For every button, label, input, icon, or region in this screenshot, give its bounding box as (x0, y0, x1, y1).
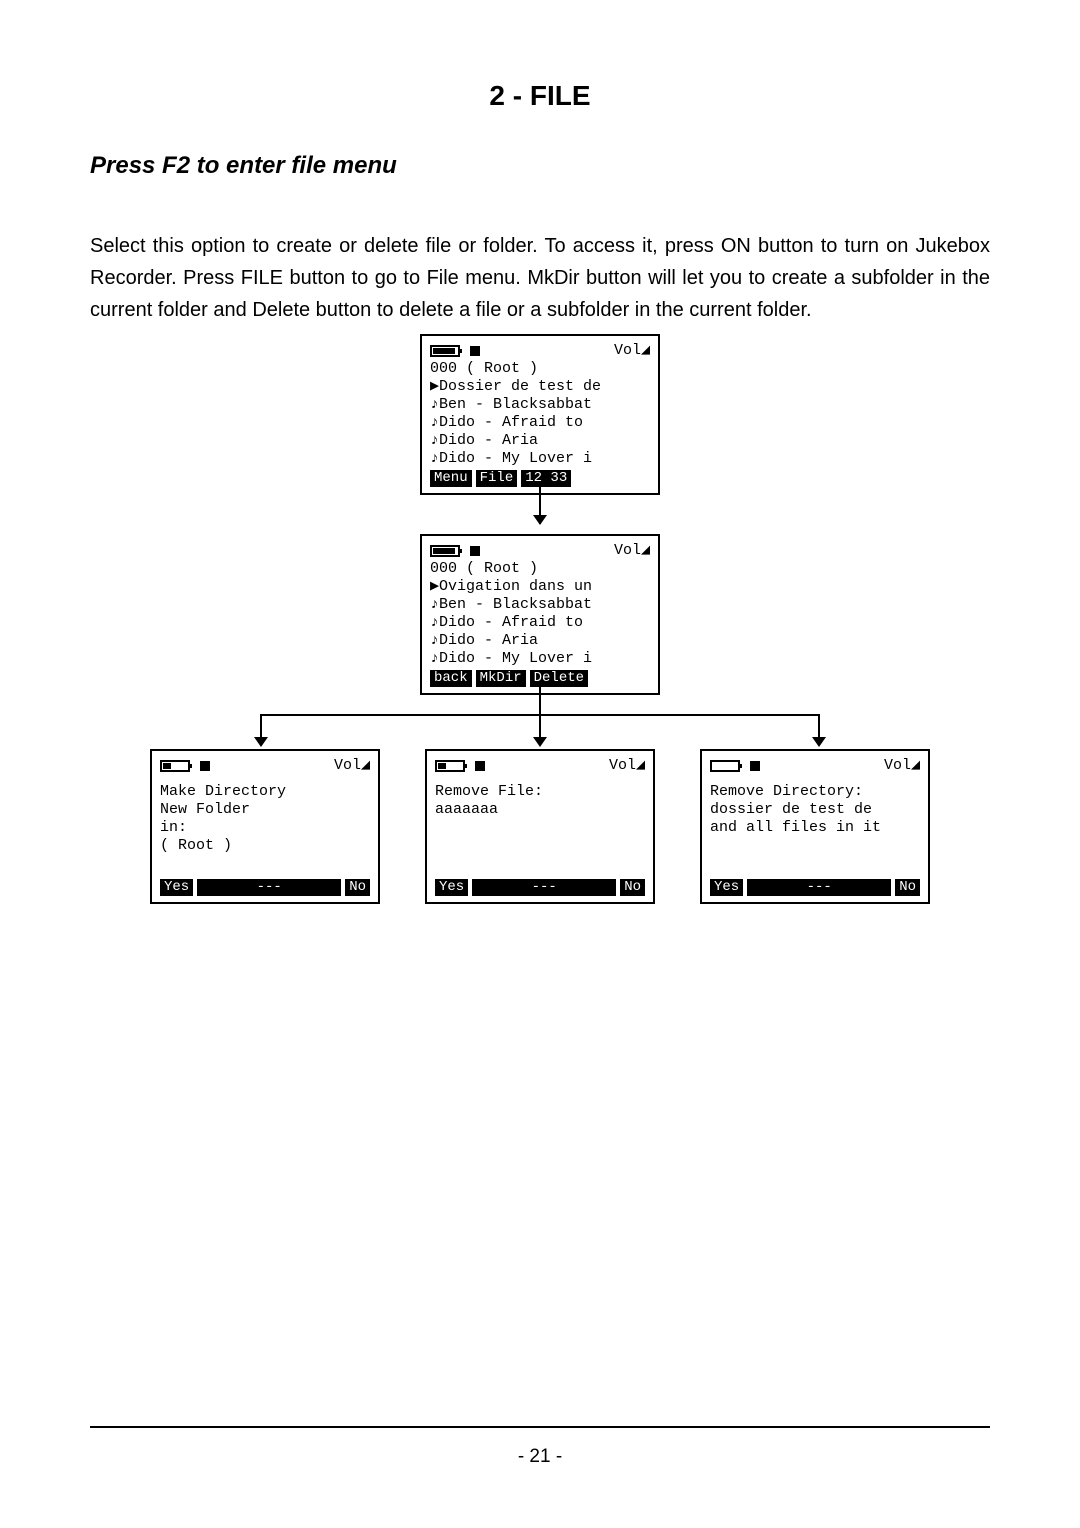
screen-line: Remove Directory: (710, 783, 920, 801)
body-text: Select this option to create or delete f… (90, 230, 990, 326)
stop-icon (470, 546, 480, 556)
softkey-blank: --- (472, 879, 616, 896)
title-num: 2 - (489, 80, 529, 111)
softkey-mkdir: MkDir (476, 670, 526, 687)
battery-icon (430, 545, 460, 557)
screen-line: Remove File: (435, 783, 645, 801)
stop-icon (475, 761, 485, 771)
screen-remove-directory: Vol◢ Remove Directory: dossier de test d… (700, 749, 930, 904)
screen-line: ♪Dido - Afraid to (430, 614, 650, 632)
volume-label: Vol◢ (609, 757, 645, 775)
softkey-no: No (345, 879, 370, 896)
volume-label: Vol◢ (334, 757, 370, 775)
screen-line: aaaaaaa (435, 801, 645, 819)
screen-remove-file: Vol◢ Remove File: aaaaaaa Yes --- No (425, 749, 655, 904)
softkey-yes: Yes (710, 879, 743, 896)
stop-icon (750, 761, 760, 771)
softkey-time: 12 33 (521, 470, 571, 487)
connector-line (260, 714, 262, 739)
softkey-no: No (895, 879, 920, 896)
softkey-file: File (476, 470, 518, 487)
battery-icon (435, 760, 465, 772)
softkey-no: No (620, 879, 645, 896)
screen-line: and all files in it (710, 819, 920, 837)
softkey-blank: --- (197, 879, 341, 896)
screen-make-directory: Vol◢ Make Directory New Folder in: ( Roo… (150, 749, 380, 904)
stop-icon (470, 346, 480, 356)
screen-line: ♪Dido - My Lover i (430, 450, 650, 468)
volume-label: Vol◢ (614, 542, 650, 560)
section-subhead: Press F2 to enter file menu (90, 152, 990, 180)
volume-label: Vol◢ (614, 342, 650, 360)
page-number: - 21 - (0, 1446, 1080, 1468)
softkey-menu: Menu (430, 470, 472, 487)
battery-icon (710, 760, 740, 772)
softkey-blank: --- (747, 879, 891, 896)
screen-line: ♪Ben - Blacksabbat (430, 596, 650, 614)
screen-line: 000 ( Root ) (430, 360, 650, 378)
screen-line: ♪Dido - Afraid to (430, 414, 650, 432)
section-title: 2 - FILE (90, 80, 990, 112)
screen-line: ♪Dido - My Lover i (430, 650, 650, 668)
arrow-icon (254, 737, 268, 747)
arrow-icon (812, 737, 826, 747)
screen-line: ▶Ovigation dans un (430, 578, 650, 596)
softkey-yes: Yes (435, 879, 468, 896)
arrow-icon (533, 737, 547, 747)
screen-line: Make Directory (160, 783, 370, 801)
screen-line: ( Root ) (160, 837, 370, 855)
screen-line: ▶Dossier de test de (430, 378, 650, 396)
screen-line: ♪Ben - Blacksabbat (430, 396, 650, 414)
screen-line: ♪Dido - Aria (430, 432, 650, 450)
stop-icon (200, 761, 210, 771)
connector-line (818, 714, 820, 739)
screen-root-browser: Vol◢ 000 ( Root ) ▶Dossier de test de ♪B… (420, 334, 660, 495)
title-word: FILE (530, 80, 591, 111)
softkey-back: back (430, 670, 472, 687)
screen-line: in: (160, 819, 370, 837)
battery-icon (160, 760, 190, 772)
footer-rule (90, 1426, 990, 1428)
flow-diagram: Vol◢ 000 ( Root ) ▶Dossier de test de ♪B… (150, 334, 930, 954)
screen-line: dossier de test de (710, 801, 920, 819)
screen-line: 000 ( Root ) (430, 560, 650, 578)
screen-line: ♪Dido - Aria (430, 632, 650, 650)
screen-file-menu: Vol◢ 000 ( Root ) ▶Ovigation dans un ♪Be… (420, 534, 660, 695)
softkey-yes: Yes (160, 879, 193, 896)
connector-line (539, 714, 541, 739)
arrow-icon (539, 484, 541, 524)
volume-label: Vol◢ (884, 757, 920, 775)
battery-icon (430, 345, 460, 357)
connector-line (539, 684, 541, 714)
screen-line: New Folder (160, 801, 370, 819)
